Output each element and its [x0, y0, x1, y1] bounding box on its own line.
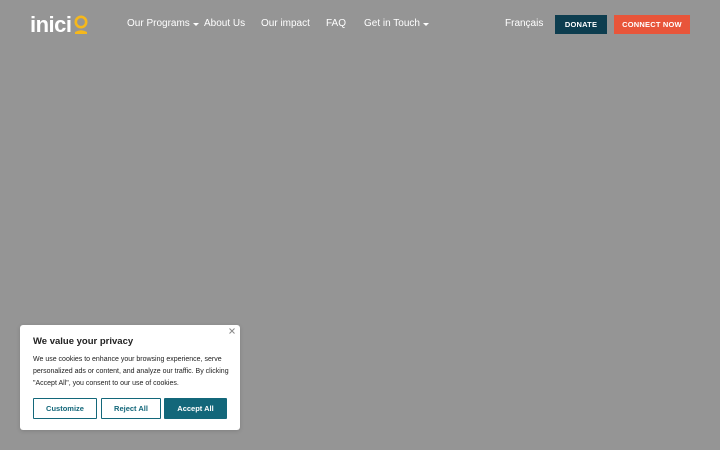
connect-now-button[interactable]: CONNECT NOW: [614, 15, 690, 34]
cookie-title: We value your privacy: [33, 336, 134, 347]
nav-our-programs[interactable]: Our Programs: [127, 17, 199, 31]
nav-about-us-label: About Us: [204, 18, 246, 29]
nav-about-us[interactable]: About Us: [204, 17, 245, 31]
language-switch[interactable]: Français: [505, 17, 543, 31]
nav-our-impact-label: Our impact: [261, 18, 310, 29]
chevron-down-icon: [192, 22, 199, 26]
nav-faq[interactable]: FAQ: [326, 17, 346, 31]
nav-faq-label: FAQ: [326, 18, 347, 29]
cookie-consent-dialog: We value your privacy We use cookies to …: [20, 325, 240, 430]
logo-sun-icon: [73, 15, 89, 35]
chevron-down-icon: [422, 22, 429, 26]
nav-our-programs-label: Our Programs: [127, 18, 190, 29]
inicio-logo[interactable]: inici: [30, 14, 89, 36]
logo-wordmark: inici: [30, 12, 72, 37]
cookie-message: We use cookies to enhance your browsing …: [33, 356, 229, 387]
top-navbar: inici Our Programs About Us Our impact F…: [0, 0, 720, 50]
donate-button[interactable]: DONATE: [555, 15, 607, 34]
close-icon[interactable]: [228, 327, 236, 335]
accept-all-button[interactable]: Accept All: [164, 398, 227, 419]
reject-all-button[interactable]: Reject All: [101, 398, 161, 419]
customize-button[interactable]: Customize: [33, 398, 97, 419]
nav-get-in-touch[interactable]: Get in Touch: [364, 17, 429, 31]
nav-our-impact[interactable]: Our impact: [261, 17, 310, 31]
nav-get-in-touch-label: Get in Touch: [364, 18, 420, 29]
